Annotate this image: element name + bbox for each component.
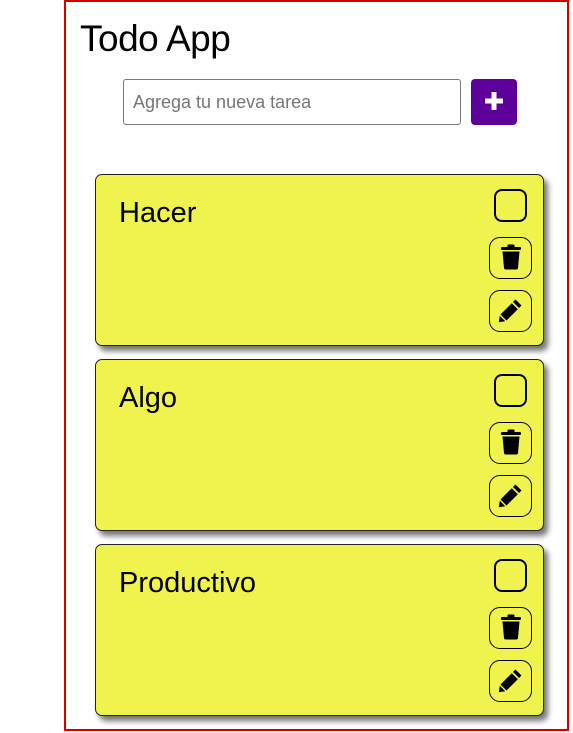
pencil-icon: [498, 297, 524, 326]
pencil-icon: [498, 482, 524, 511]
app-title: Todo App: [80, 18, 231, 59]
new-task-input[interactable]: [123, 79, 461, 125]
trash-icon: [500, 429, 522, 458]
edit-task-button[interactable]: [489, 290, 532, 332]
task-text: Algo: [119, 382, 178, 414]
delete-task-button[interactable]: [489, 237, 532, 279]
delete-task-button[interactable]: [489, 607, 532, 649]
pencil-icon: [498, 667, 524, 696]
add-task-button[interactable]: [471, 79, 517, 125]
plus-icon: [483, 90, 505, 115]
task-done-checkbox[interactable]: [494, 374, 527, 407]
task-done-checkbox[interactable]: [494, 559, 527, 592]
edit-task-button[interactable]: [489, 475, 532, 517]
trash-icon: [500, 614, 522, 643]
app-container: Todo App Hacer: [64, 0, 569, 731]
task-card: Productivo: [95, 544, 544, 716]
task-text: Hacer: [119, 197, 197, 229]
task-text: Productivo: [119, 567, 257, 599]
task-card: Hacer: [95, 174, 544, 346]
trash-icon: [500, 244, 522, 273]
task-done-checkbox[interactable]: [494, 189, 527, 222]
edit-task-button[interactable]: [489, 660, 532, 702]
delete-task-button[interactable]: [489, 422, 532, 464]
task-card: Algo: [95, 359, 544, 531]
